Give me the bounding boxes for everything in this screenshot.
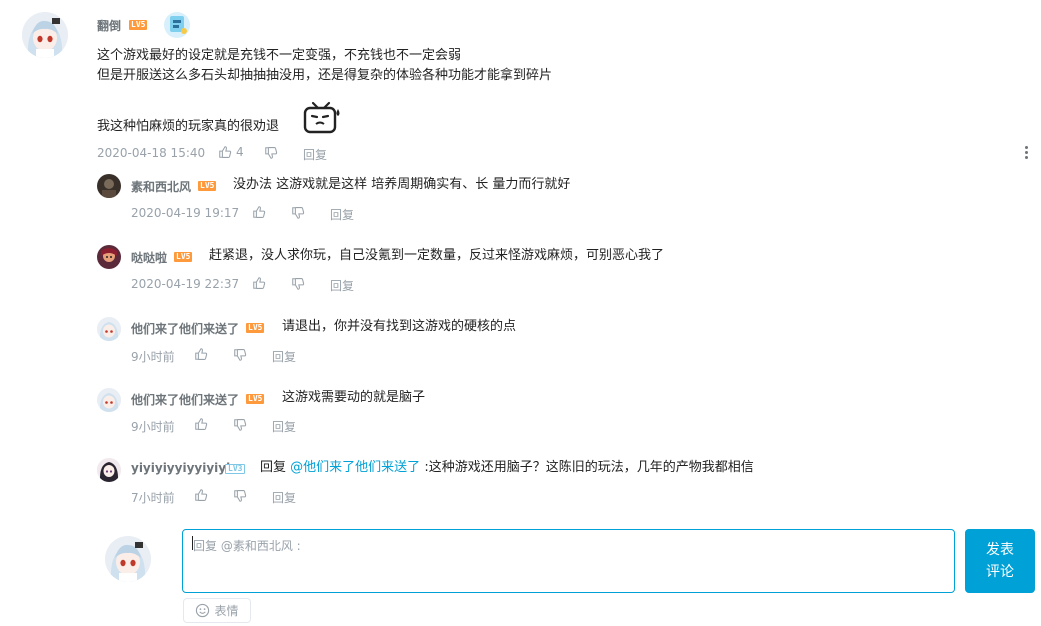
avatar-anime-girl-image <box>105 536 151 582</box>
avatar-anime-girl-image <box>97 388 121 412</box>
avatar-anime-girl-image <box>97 317 121 341</box>
text-caret <box>192 536 193 550</box>
reply-3-reply-button[interactable]: 回复 <box>272 348 296 365</box>
reply-5-like-button[interactable] <box>194 488 208 502</box>
reply-5-level-badge: LV3 <box>225 464 246 474</box>
main-comment-avatar[interactable] <box>22 12 68 58</box>
reply-1-date: 2020-04-19 19:17 <box>131 206 240 220</box>
reply-1-username[interactable]: 素和西北风 <box>131 178 191 195</box>
reply-2-text: 赶紧退，没人求你玩，自己没氪到一定数量，反过来怪游戏麻烦，可别恶心我了 <box>209 248 665 263</box>
reply-3-date: 9小时前 <box>131 350 175 364</box>
reply-4-level-badge: LV5 <box>246 394 265 404</box>
main-comment-text-line-2: 但是开服送这么多石头却抽抽抽没用，还是得复杂的体验各种功能才能拿到碎片 <box>97 68 553 83</box>
reply-5-mention-link[interactable]: @他们来了他们来送了 <box>290 460 420 475</box>
emoji-button-label: 表情 <box>214 604 239 618</box>
current-user-avatar <box>105 536 151 582</box>
bilibili-tv-sweat-emoji-icon <box>302 100 342 136</box>
emoji-button[interactable]: 表情 <box>183 598 251 623</box>
reply-4-reply-button[interactable]: 回复 <box>272 418 296 435</box>
avatar-red-figure-image <box>97 245 121 269</box>
reply-4-date: 9小时前 <box>131 420 175 434</box>
reply-3-dislike-button[interactable] <box>233 347 247 366</box>
thumbs-up-icon <box>195 418 208 430</box>
reply-5-reply-button[interactable]: 回复 <box>272 489 296 506</box>
thumbs-down-icon <box>292 207 305 219</box>
reply-5-date: 7小时前 <box>131 491 175 505</box>
thumbs-up-icon <box>195 348 208 360</box>
main-comment-text-line-3: 我这种怕麻烦的玩家真的很劝退 <box>97 119 280 134</box>
reply-2-date: 2020-04-19 22:37 <box>131 277 240 291</box>
reply-1-level-badge: LV5 <box>198 181 217 191</box>
reply-4-username[interactable]: 他们来了他们来送了 <box>131 391 239 408</box>
reply-5-dislike-button[interactable] <box>233 488 247 507</box>
smiley-icon <box>196 603 210 618</box>
thumbs-up-icon <box>253 277 266 289</box>
reply-3-username[interactable]: 他们来了他们来送了 <box>131 320 239 337</box>
reply-2-avatar[interactable] <box>97 245 121 269</box>
submit-label-line-1: 发表 <box>986 542 1014 558</box>
fan-medal-badge-icon <box>162 10 192 40</box>
reply-3-text: 请退出，你并没有找到这游戏的硬核的点 <box>282 319 517 334</box>
main-comment-dislike-button[interactable] <box>264 145 278 164</box>
avatar-anime-girl-image <box>22 12 68 58</box>
thumbs-down-icon <box>234 490 247 502</box>
thumbs-down-icon <box>234 419 247 431</box>
reply-1-like-button[interactable] <box>252 205 266 219</box>
reply-4-text: 这游戏需要动的就是脑子 <box>282 390 426 405</box>
reply-1-avatar[interactable] <box>97 174 121 198</box>
thumbs-down-icon <box>234 349 247 361</box>
reply-5-avatar[interactable] <box>97 458 121 482</box>
main-comment-like-count: 4 <box>236 145 244 159</box>
reply-5-text-row: 回复 @他们来了他们来送了 :这种游戏还用脑子？这陈旧的玩法，几年的产物我都相信 <box>260 458 754 478</box>
reply-2-username[interactable]: 哒哒啦 <box>131 249 167 266</box>
main-comment-date: 2020-04-18 15:40 <box>97 146 206 160</box>
reply-3-like-button[interactable] <box>194 347 208 361</box>
thumbs-down-icon <box>265 147 278 159</box>
reply-5-reply-prefix: 回复 <box>260 460 287 475</box>
main-comment-level-badge: LV5 <box>129 20 148 30</box>
avatar-dark-figure-image <box>97 174 121 198</box>
reply-2-level-badge: LV5 <box>174 252 193 262</box>
reply-2-dislike-button[interactable] <box>291 276 305 295</box>
thumbs-up-icon <box>219 146 232 158</box>
reply-editor[interactable] <box>182 529 955 593</box>
reply-1-dislike-button[interactable] <box>291 205 305 224</box>
reply-5-text: :这种游戏还用脑子？这陈旧的玩法，几年的产物我都相信 <box>424 460 754 475</box>
submit-label-line-2: 评论 <box>986 564 1014 580</box>
thumbs-up-icon <box>195 489 208 501</box>
reply-4-like-button[interactable] <box>194 417 208 431</box>
reply-2-like-button[interactable] <box>252 276 266 290</box>
thumbs-up-icon <box>253 206 266 218</box>
thumbs-down-icon <box>292 278 305 290</box>
reply-2-reply-button[interactable]: 回复 <box>330 277 354 294</box>
main-comment-like-button[interactable]: 4 <box>218 145 244 159</box>
reply-4-avatar[interactable] <box>97 388 121 412</box>
more-options-icon[interactable] <box>1024 146 1028 162</box>
submit-comment-button[interactable]: 发表 评论 <box>965 529 1035 593</box>
reply-textarea[interactable] <box>183 530 954 592</box>
main-comment-text-line-1: 这个游戏最好的设定就是充钱不一定变强，不充钱也不一定会弱 <box>97 48 462 63</box>
reply-1-reply-button[interactable]: 回复 <box>330 206 354 223</box>
reply-5-username[interactable]: yiyiyiyyiyyiyiyi <box>131 461 230 475</box>
reply-3-level-badge: LV5 <box>246 323 265 333</box>
reply-3-avatar[interactable] <box>97 317 121 341</box>
reply-4-dislike-button[interactable] <box>233 417 247 436</box>
avatar-dark-hair-girl-image <box>97 458 121 482</box>
main-comment-reply-button[interactable]: 回复 <box>303 146 327 163</box>
reply-1-text: 没办法 这游戏就是这样 培养周期确实有、长 量力而行就好 <box>233 177 571 192</box>
main-comment-username[interactable]: 翻倒 <box>97 17 121 34</box>
